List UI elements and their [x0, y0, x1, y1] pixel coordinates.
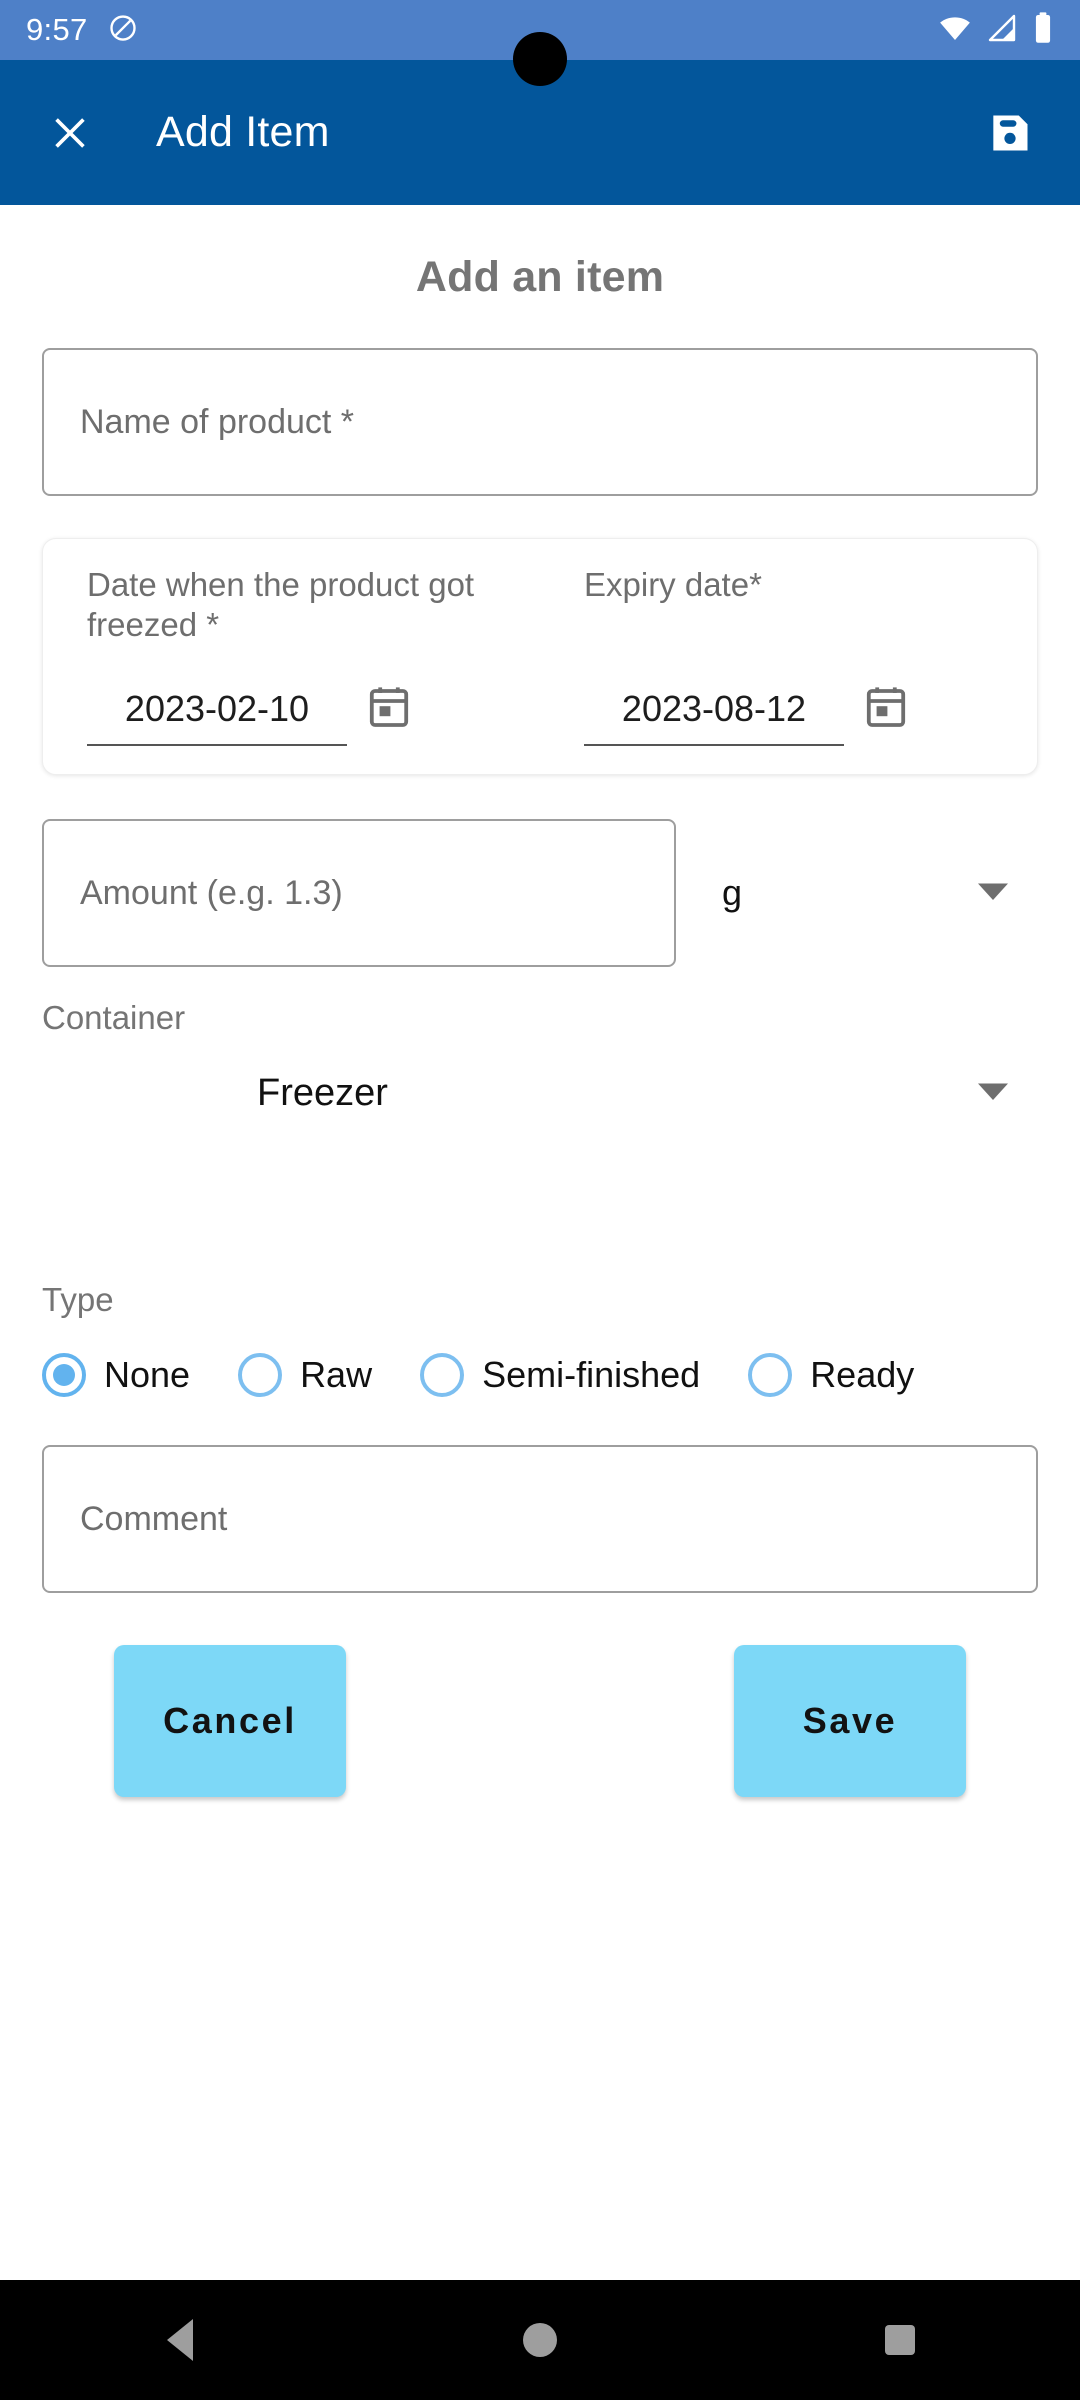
radio-button-icon — [420, 1353, 465, 1397]
status-bar-right — [938, 11, 1054, 50]
actions-spacer — [346, 1645, 734, 1797]
calendar-icon[interactable] — [365, 683, 413, 746]
status-bar-left: 9:57 — [26, 12, 138, 48]
radio-option-none[interactable]: None — [42, 1353, 190, 1397]
radio-label: Ready — [810, 1354, 915, 1395]
battery-icon — [1032, 11, 1054, 50]
home-icon[interactable] — [485, 2285, 595, 2395]
chevron-down-icon — [978, 1081, 1008, 1106]
amount-input[interactable]: Amount (e.g. 1.3) — [42, 819, 676, 967]
expiry-date-value: 2023-08-12 — [621, 688, 807, 729]
freeze-date-label: Date when the product got freezed * — [87, 566, 475, 644]
type-label: Type — [42, 1281, 114, 1318]
comment-placeholder: Comment — [80, 1499, 228, 1538]
status-bar: 9:57 — [0, 0, 1080, 86]
wifi-icon — [938, 11, 972, 50]
page-title: Add Item — [156, 108, 330, 156]
unit-value: g — [722, 872, 743, 913]
radio-option-semi-finished[interactable]: Semi-finished — [420, 1353, 700, 1397]
system-navigation-bar — [0, 2280, 1080, 2400]
save-button[interactable]: Save — [734, 1645, 966, 1797]
freeze-date-group: Date when the product got freezed * 2023… — [43, 565, 540, 746]
recents-icon[interactable] — [845, 2285, 955, 2395]
expiry-date-row: 2023-08-12 — [584, 683, 1031, 746]
calendar-icon[interactable] — [862, 683, 910, 746]
radio-button-icon — [238, 1353, 283, 1397]
amount-row: Amount (e.g. 1.3) g — [42, 819, 1038, 967]
product-name-placeholder: Name of product * — [80, 402, 355, 441]
dates-card: Date when the product got freezed * 2023… — [42, 538, 1038, 775]
form-content: Add an item Name of product * Date when … — [0, 205, 1080, 2400]
container-label: Container — [42, 999, 186, 1036]
status-bar-clock: 9:57 — [26, 12, 88, 47]
app-screen: 9:57 Add Item Add an item Name of produc… — [0, 0, 1080, 2400]
radio-option-raw[interactable]: Raw — [238, 1353, 372, 1397]
do-not-disturb-icon — [108, 13, 138, 48]
radio-label: Raw — [300, 1354, 373, 1395]
radio-label: Semi-finished — [482, 1354, 701, 1395]
freeze-date-row: 2023-02-10 — [87, 683, 534, 746]
cancel-button[interactable]: Cancel — [114, 1645, 346, 1797]
cellular-signal-icon — [986, 12, 1018, 49]
freeze-date-value: 2023-02-10 — [124, 688, 310, 729]
close-icon[interactable] — [34, 97, 106, 169]
comment-input[interactable]: Comment — [42, 1445, 1038, 1593]
save-icon[interactable] — [974, 97, 1046, 169]
freeze-date-input[interactable]: 2023-02-10 — [87, 688, 347, 746]
container-value: Freezer — [257, 1071, 388, 1114]
radio-button-icon — [748, 1353, 793, 1397]
radio-label: None — [104, 1354, 191, 1395]
expiry-date-input[interactable]: 2023-08-12 — [584, 688, 844, 746]
container-dropdown[interactable]: Freezer — [42, 1055, 1038, 1131]
chevron-down-icon — [978, 881, 1008, 906]
radio-selected-dot — [53, 1364, 75, 1386]
form-actions: Cancel Save — [42, 1645, 1038, 1797]
amount-placeholder: Amount (e.g. 1.3) — [80, 873, 343, 912]
unit-dropdown[interactable]: g — [722, 858, 1038, 928]
form-heading: Add an item — [415, 253, 665, 301]
product-name-input[interactable]: Name of product * — [42, 348, 1038, 496]
type-radio-group: None Raw Semi-finished Ready — [42, 1353, 1038, 1397]
radio-option-ready[interactable]: Ready — [748, 1353, 914, 1397]
radio-button-icon — [42, 1353, 86, 1397]
camera-punch-hole — [513, 32, 567, 86]
expiry-date-group: Expiry date* 2023-08-12 — [540, 565, 1037, 746]
expiry-date-label: Expiry date* — [584, 566, 762, 603]
back-icon[interactable] — [125, 2285, 235, 2395]
